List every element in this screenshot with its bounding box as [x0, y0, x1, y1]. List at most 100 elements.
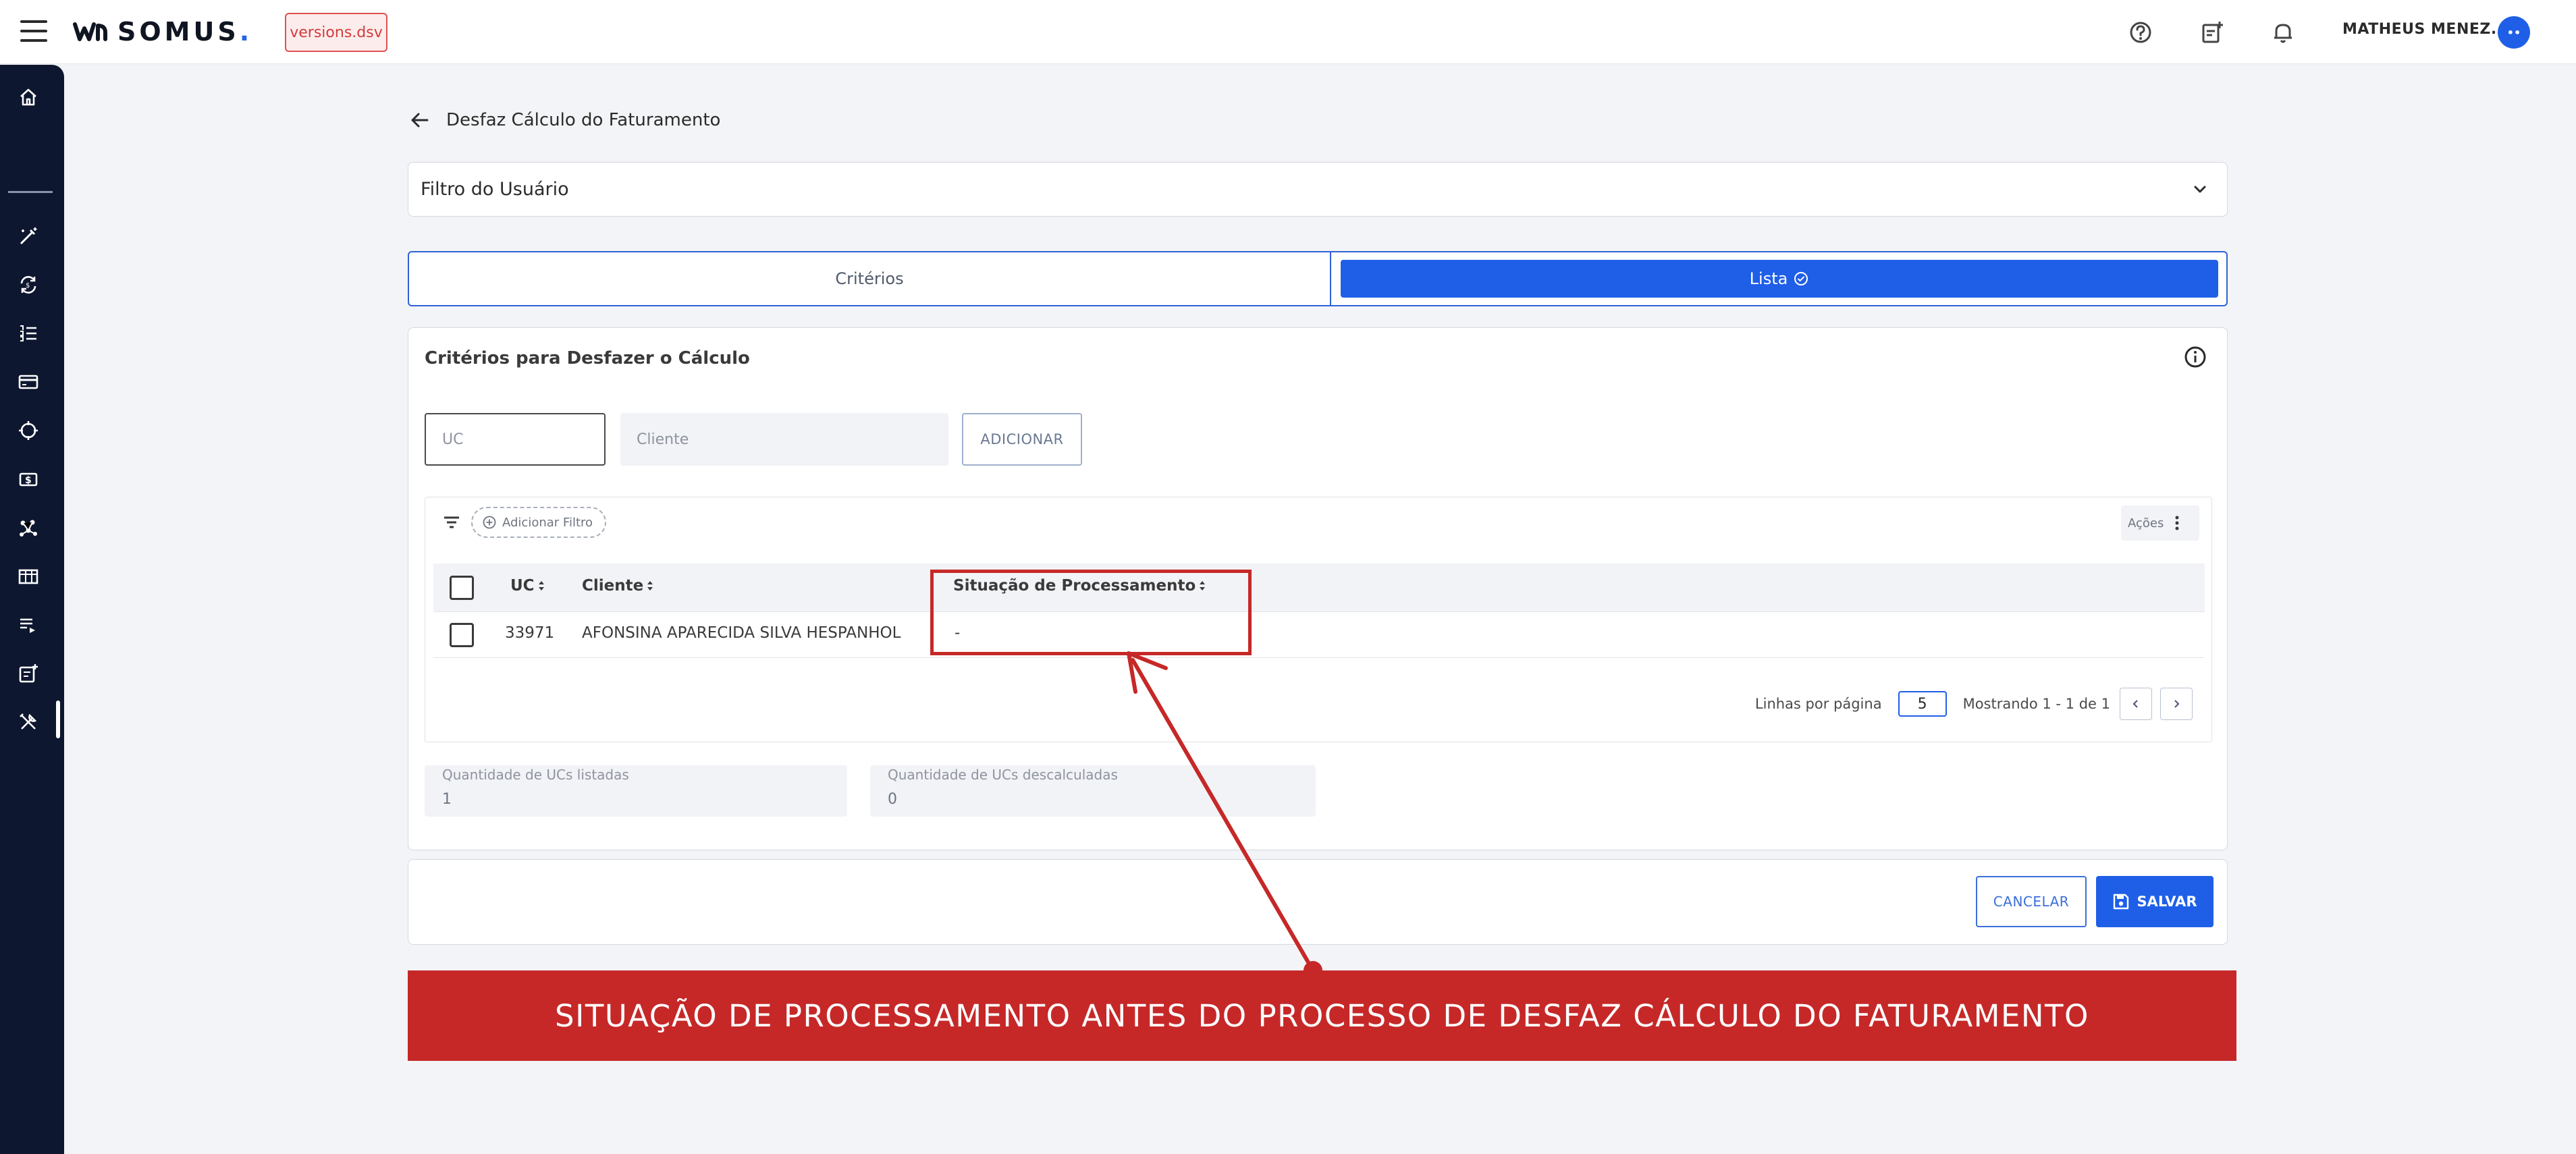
chevron-left-icon: [2132, 700, 2138, 708]
check-circle-icon: [1794, 272, 1808, 285]
undone-count-label: Quantidade de UCs descalculadas: [888, 767, 1118, 783]
showing-label: Mostrando 1 - 1 de 1: [1962, 696, 2110, 712]
credit-card-icon: [18, 375, 38, 389]
uc-input[interactable]: UC: [425, 413, 606, 466]
chevron-right-icon: [2174, 700, 2180, 708]
cell-cliente: AFONSINA APARECIDA SILVA HESPANHOL: [582, 624, 901, 642]
sidebar-item-table[interactable]: [14, 561, 43, 591]
tools-icon: [20, 713, 37, 730]
column-header-cliente[interactable]: Cliente: [582, 577, 654, 595]
table-header: UC Cliente Situação de Processamento: [433, 564, 2205, 612]
save-label: SALVAR: [2137, 894, 2197, 910]
prev-page-button[interactable]: [2120, 688, 2152, 720]
tab-lista-label: Lista: [1749, 269, 1788, 288]
pagination: Linhas por página 5 Mostrando 1 - 1 de 1: [1755, 688, 2193, 720]
sort-icon: [538, 581, 544, 590]
back-arrow-icon[interactable]: [408, 109, 431, 132]
footer-actions: CANCELAR SALVAR: [408, 859, 2228, 945]
undone-count-field: Quantidade de UCs descalculadas 0: [870, 765, 1316, 817]
column-header-uc[interactable]: UC: [510, 577, 545, 595]
rows-per-page-input[interactable]: 5: [1898, 691, 1947, 717]
cell-uc: 33971: [505, 624, 555, 642]
user-filter-panel[interactable]: Filtro do Usuário: [408, 162, 2228, 217]
environment-badge: versions.dsv: [285, 13, 387, 52]
sidebar-item-tools[interactable]: [14, 221, 43, 251]
svg-text:$: $: [26, 282, 30, 290]
sidebar-active-indicator: [56, 700, 60, 738]
cliente-input[interactable]: Cliente: [620, 413, 948, 466]
save-button[interactable]: SALVAR: [2096, 876, 2213, 927]
chevron-down-icon[interactable]: [2189, 179, 2211, 200]
column-uc-label: UC: [510, 577, 535, 595]
annotation-highlight-box: [930, 570, 1252, 655]
user-avatar[interactable]: ••: [2498, 16, 2530, 49]
table-row[interactable]: 33971 AFONSINA APARECIDA SILVA HESPANHOL…: [433, 612, 2205, 658]
sidebar-item-lists[interactable]: [14, 319, 43, 348]
logo-dot: .: [239, 17, 250, 47]
sidebar-item-home[interactable]: [14, 82, 43, 112]
recycle-icon: $: [20, 276, 36, 294]
add-button[interactable]: ADICIONAR: [962, 413, 1082, 466]
rows-per-page-label: Linhas por página: [1754, 696, 1882, 712]
sidebar-item-billing[interactable]: $: [14, 464, 43, 494]
cancel-button[interactable]: CANCELAR: [1976, 876, 2087, 927]
sidebar-item-payments[interactable]: [14, 367, 43, 397]
results-table: Adicionar Filtro Ações UC Cliente Situaç…: [425, 497, 2212, 742]
sidebar-item-documents[interactable]: [14, 659, 43, 688]
criteria-card: Critérios para Desfazer o Cálculo UC Cli…: [408, 327, 2228, 850]
table-icon: [18, 569, 38, 584]
notification-bell-icon[interactable]: [2270, 19, 2297, 46]
help-icon[interactable]: [2127, 19, 2154, 46]
next-page-button[interactable]: [2160, 688, 2193, 720]
crosshair-icon: [19, 421, 38, 440]
svg-text:$: $: [25, 475, 32, 486]
tab-criterios[interactable]: Critérios: [409, 252, 1331, 305]
sort-icon: [647, 581, 653, 590]
page-title: Desfaz Cálculo do Faturamento: [446, 110, 721, 130]
tabs: Critérios Lista: [408, 251, 2228, 306]
add-filter-label: Adicionar Filtro: [502, 515, 593, 530]
undone-count-value: 0: [888, 791, 897, 808]
actions-menu[interactable]: Ações: [2121, 505, 2199, 541]
top-bar: SOMUS. versions.dsv MATHEUS MENEZ... ••: [0, 0, 2576, 64]
document-add-icon: [19, 664, 38, 683]
note-add-icon[interactable]: [2199, 19, 2226, 46]
network-icon: [20, 520, 37, 537]
user-name[interactable]: MATHEUS MENEZ...: [2342, 21, 2508, 38]
select-all-checkbox[interactable]: [450, 576, 474, 600]
sidebar-item-target[interactable]: [14, 416, 43, 445]
somus-logo-icon: [73, 22, 107, 41]
logo-text: SOMUS: [117, 17, 240, 47]
more-vertical-icon: [2175, 516, 2179, 530]
magic-wand-icon: [20, 227, 37, 245]
listed-count-label: Quantidade de UCs listadas: [442, 767, 629, 783]
sidebar-item-recalc[interactable]: $: [14, 270, 43, 300]
actions-label: Ações: [2128, 516, 2164, 530]
tab-criterios-label: Critérios: [835, 269, 904, 288]
home-icon: [20, 88, 36, 106]
row-checkbox[interactable]: [450, 623, 474, 647]
dollar-icon: $: [19, 472, 38, 487]
filter-list-icon[interactable]: [441, 512, 462, 532]
sidebar-separator: [8, 191, 53, 193]
app-logo[interactable]: SOMUS.: [73, 17, 250, 47]
playlist-icon: [20, 618, 35, 633]
sidebar: $ $: [0, 65, 64, 1154]
info-icon[interactable]: [2182, 344, 2208, 370]
user-filter-label: Filtro do Usuário: [421, 179, 569, 200]
annotation-banner: SITUAÇÃO DE PROCESSAMENTO ANTES DO PROCE…: [408, 970, 2236, 1061]
add-circle-icon: [483, 516, 496, 529]
sidebar-item-playlist[interactable]: [14, 610, 43, 640]
sidebar-item-utilities[interactable]: [14, 707, 43, 737]
menu-icon[interactable]: [20, 20, 47, 43]
tab-lista[interactable]: Lista: [1341, 260, 2218, 298]
list-numbers-icon: [20, 325, 36, 341]
page-header: Desfaz Cálculo do Faturamento: [408, 105, 720, 135]
save-icon: [2114, 894, 2129, 910]
criteria-title: Critérios para Desfazer o Cálculo: [425, 348, 750, 368]
column-cliente-label: Cliente: [582, 577, 644, 595]
listed-count-value: 1: [442, 791, 452, 808]
listed-count-field: Quantidade de UCs listadas 1: [425, 765, 847, 817]
add-filter-button[interactable]: Adicionar Filtro: [471, 507, 606, 538]
sidebar-item-network[interactable]: [14, 513, 43, 543]
